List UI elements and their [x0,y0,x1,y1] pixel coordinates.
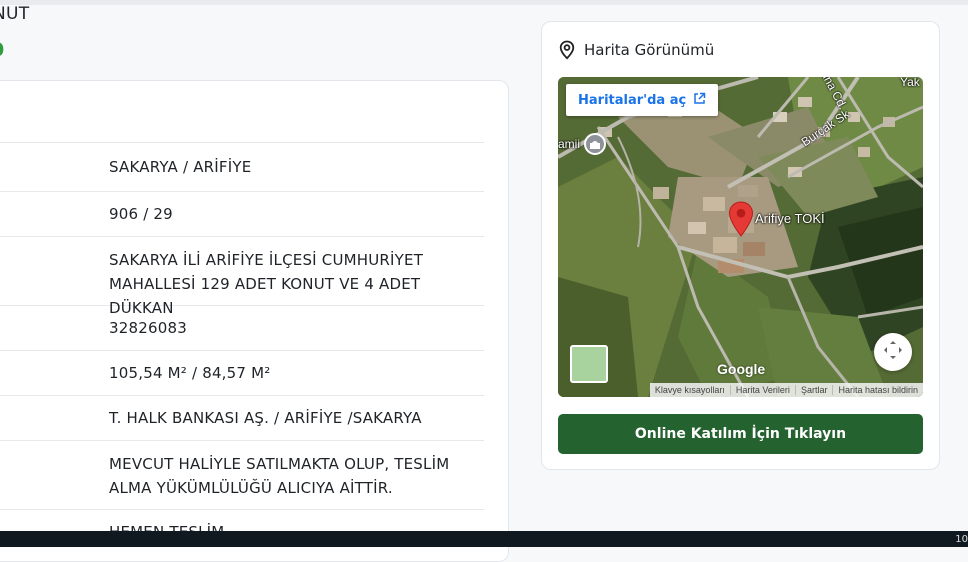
detail-value-number: 32826083 [109,319,187,337]
detail-value-location: SAKARYA / ARİFİYE [109,158,252,176]
detail-value-condition: MEVCUT HALİYLE SATILMAKTA OLUP, TESLİM A… [109,455,450,497]
detail-row: 32826083 [0,306,484,351]
mosque-icon [584,133,606,155]
map-title-text: Harita Görünümü [584,41,715,59]
detail-row: 105,54 M² / 84,57 M² [0,351,484,396]
os-taskbar: 10 [0,531,968,547]
terms-link[interactable]: Şartlar [794,385,833,395]
open-in-maps-button[interactable]: Haritalar'da aç [566,84,719,116]
external-link-icon [693,92,706,109]
detail-value-area: 105,54 M² / 84,57 M² [109,364,271,382]
map-label-corner: Yak [900,77,920,89]
map-pin-icon[interactable] [728,201,754,241]
open-in-maps-label: Haritalar'da aç [578,92,687,108]
map-attribution: Klavye kısayolları Harita Verileri Şartl… [649,383,923,397]
map-label-mosque: amii [558,137,581,151]
map-pin-label: Arifiye TOKİ [755,211,825,226]
taskbar-clock: 10 [955,534,968,545]
listing-heading: NUT [0,4,30,24]
google-logo: Google [717,361,766,377]
map-title: Harita Görünümü [558,39,714,61]
detail-row: T. HALK BANKASI AŞ. / ARİFİYE /SAKARYA [0,396,484,441]
fullscreen-icon [882,339,904,365]
detail-row: 906 / 29 [0,192,484,237]
fullscreen-button[interactable] [874,333,912,371]
map-layer-toggle[interactable] [570,345,608,383]
map-view[interactable]: amii Burçak Sk una Cd. Yak Arifiye TOKİ … [558,77,923,397]
detail-row: SAKARYA / ARİFİYE [0,143,484,192]
listing-price: 0 [0,39,4,61]
map-card: Harita Görünümü amii Burçak Sk una Cd. Y… [541,21,940,470]
details-card: SAKARYA / ARİFİYE 906 / 29 SAKARYA İLİ A… [0,80,509,562]
details-header [0,81,484,143]
detail-row: SAKARYA İLİ ARİFİYE İLÇESİ CUMHURİYET MA… [0,237,484,317]
map-data-link[interactable]: Harita Verileri [729,385,795,395]
online-participation-button[interactable]: Online Katılım İçin Tıklayın [558,414,923,454]
report-map-error-link[interactable]: Harita hatası bildirin [832,385,923,395]
detail-row: MEVCUT HALİYLE SATILMAKTA OLUP, TESLİM A… [0,441,484,510]
top-bar [0,0,968,5]
location-pin-icon [558,40,576,60]
detail-value-parcel: 906 / 29 [109,205,173,223]
detail-value-bank: T. HALK BANKASI AŞ. / ARİFİYE /SAKARYA [109,409,422,427]
keyboard-shortcuts-link[interactable]: Klavye kısayolları [650,385,730,395]
